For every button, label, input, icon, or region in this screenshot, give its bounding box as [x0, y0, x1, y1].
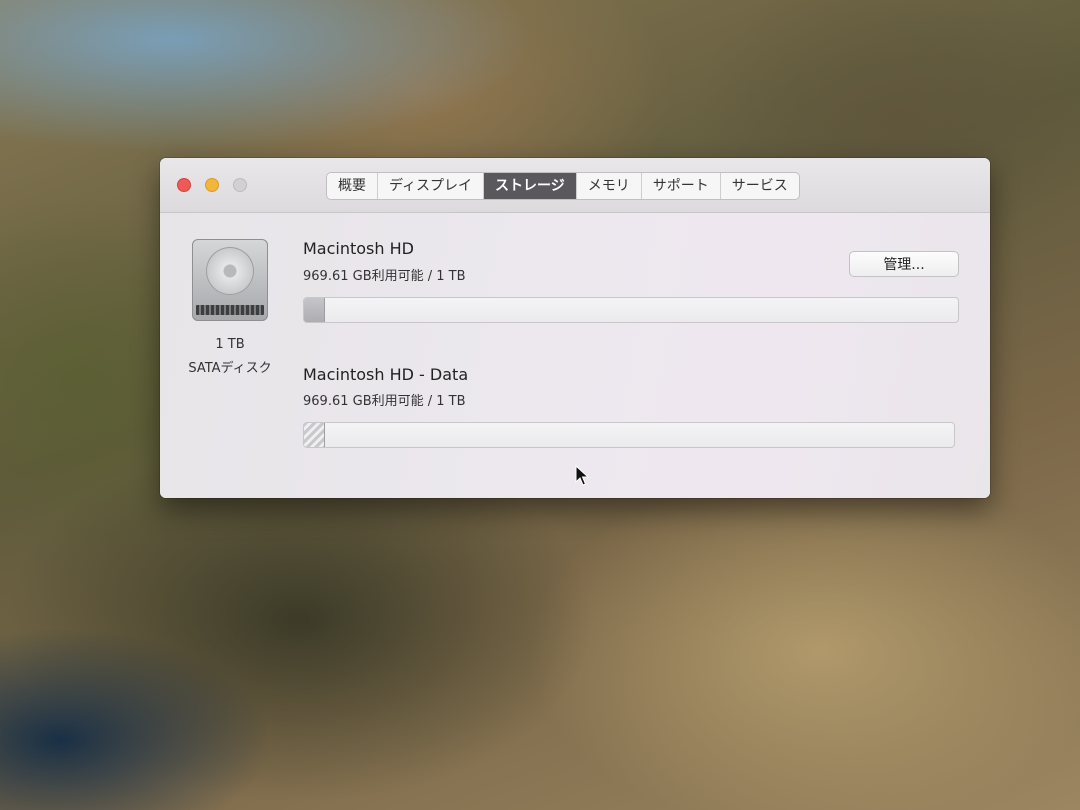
disk-type: SATAディスク — [188, 361, 272, 376]
hard-drive-platter — [206, 247, 254, 295]
mouse-pointer-icon — [575, 465, 589, 486]
close-button[interactable] — [177, 178, 191, 192]
volume-info: 969.61 GB利用可能 / 1 TB — [303, 269, 466, 284]
zoom-button — [233, 178, 247, 192]
volume-name: Macintosh HD - Data — [303, 365, 469, 384]
volume-info: 969.61 GB利用可能 / 1 TB — [303, 394, 466, 409]
volume-usage-fill — [304, 298, 325, 322]
volume-name: Macintosh HD — [303, 239, 414, 258]
manage-button[interactable]: 管理... — [849, 251, 959, 277]
volume-usage-fill — [304, 423, 325, 447]
minimize-button[interactable] — [205, 178, 219, 192]
volume-usage-bar — [303, 422, 955, 448]
volume-usage-bar — [303, 297, 959, 323]
tab-support[interactable]: サポート — [642, 173, 721, 199]
hard-drive-connector — [196, 305, 264, 315]
tab-overview[interactable]: 概要 — [327, 173, 378, 199]
tab-bar: 概要 ディスプレイ ストレージ メモリ サポート サービス — [326, 172, 800, 200]
hard-drive-icon — [192, 239, 268, 321]
storage-panel: 1 TB SATAディスク Macintosh HD 969.61 GB利用可能… — [160, 213, 990, 498]
window-titlebar[interactable]: 概要 ディスプレイ ストレージ メモリ サポート サービス — [160, 158, 990, 213]
disk-capacity: 1 TB — [215, 337, 245, 352]
tab-memory[interactable]: メモリ — [577, 173, 642, 199]
tab-displays[interactable]: ディスプレイ — [378, 173, 485, 199]
about-this-mac-window: 概要 ディスプレイ ストレージ メモリ サポート サービス 1 TB SATAデ… — [160, 158, 990, 498]
tab-service[interactable]: サービス — [721, 173, 799, 199]
tab-storage[interactable]: ストレージ — [484, 173, 577, 199]
